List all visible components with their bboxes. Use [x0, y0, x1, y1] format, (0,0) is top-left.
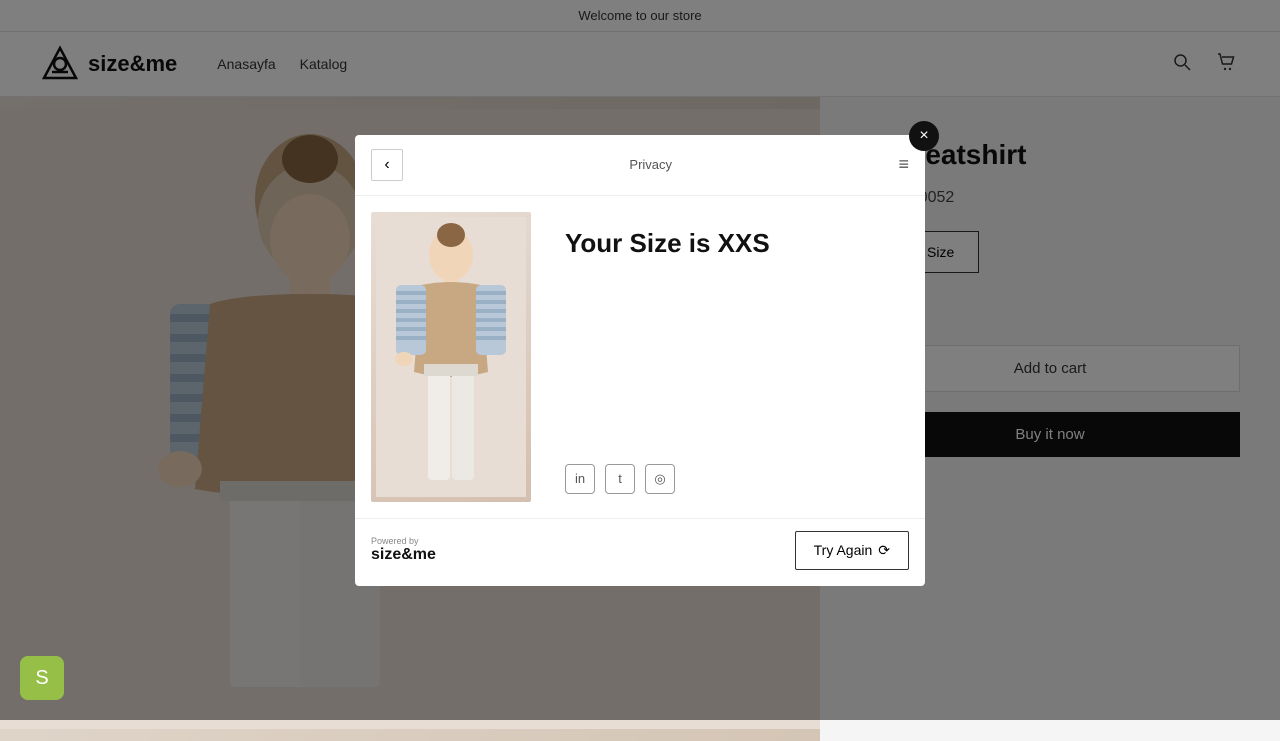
powered-by-text: Powered by [371, 536, 436, 546]
try-again-button[interactable]: Try Again ⟳ [795, 531, 909, 570]
close-icon: × [919, 127, 928, 145]
menu-icon: ≡ [898, 154, 909, 174]
back-icon: ‹ [384, 156, 389, 174]
modal-menu-button[interactable]: ≡ [898, 154, 909, 175]
modal-product-image [371, 212, 531, 502]
modal-content-column: Your Size is XXS in t ◎ [545, 196, 925, 518]
social-icons: in t ◎ [565, 424, 675, 494]
modal-privacy-label[interactable]: Privacy [629, 157, 672, 172]
modal-back-button[interactable]: ‹ [371, 149, 403, 181]
powered-by: Powered by size&me [371, 536, 436, 564]
modal-close-button[interactable]: × [909, 121, 939, 151]
twitter-icon[interactable]: t [605, 464, 635, 494]
linkedin-icon[interactable]: in [565, 464, 595, 494]
instagram-icon[interactable]: ◎ [645, 464, 675, 494]
shopify-badge[interactable]: S [20, 656, 64, 700]
size-result-title: Your Size is XXS [565, 228, 770, 259]
shopify-icon: S [35, 667, 48, 690]
modal-overlay[interactable]: × ‹ Privacy ≡ [0, 0, 1280, 720]
powered-by-logo: size&me [371, 546, 436, 564]
modal-footer: Powered by size&me Try Again ⟳ [355, 518, 925, 586]
modal: × ‹ Privacy ≡ [355, 135, 925, 586]
modal-body: Your Size is XXS in t ◎ [355, 196, 925, 518]
try-again-label: Try Again [814, 542, 873, 558]
modal-header: ‹ Privacy ≡ [355, 135, 925, 196]
modal-image-column [355, 196, 545, 518]
modal-product-svg [376, 217, 526, 497]
refresh-icon: ⟳ [878, 542, 890, 559]
